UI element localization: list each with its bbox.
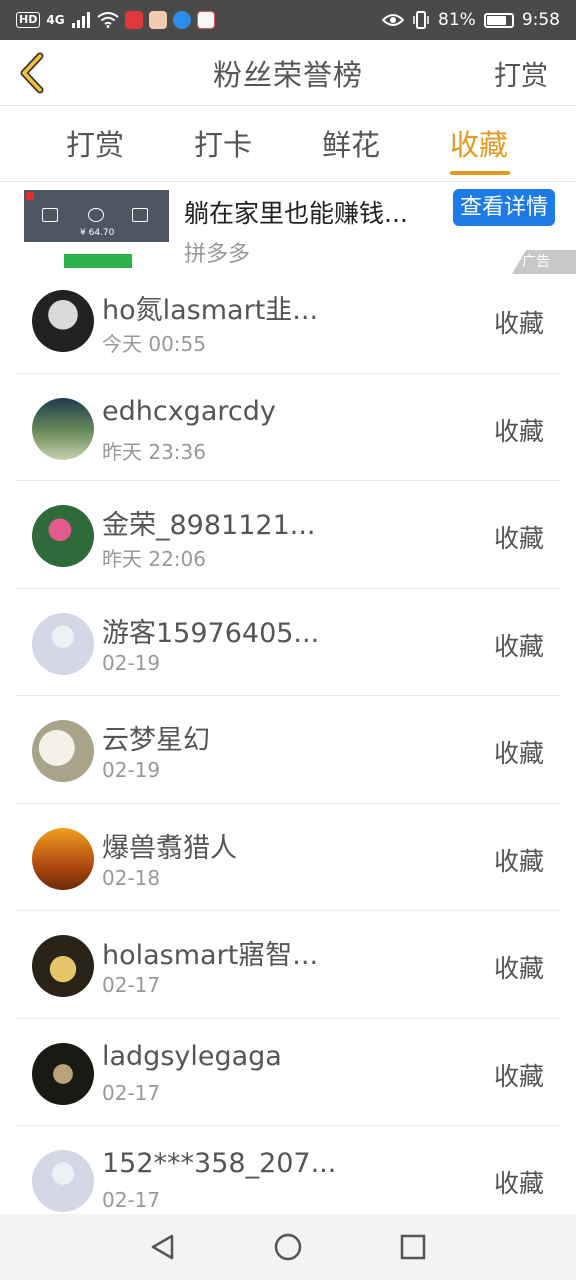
avatar[interactable] xyxy=(32,290,94,352)
ad-title[interactable]: 躺在家里也能赚钱... xyxy=(184,194,434,230)
ad-thumb-dot xyxy=(26,192,34,200)
tab-reward[interactable]: 打赏 xyxy=(50,122,140,164)
reward-button[interactable]: 打赏 xyxy=(494,54,548,93)
timestamp: 昨天 23:36 xyxy=(102,439,206,464)
user-name: ho氮lasmart韭... xyxy=(102,295,319,326)
action-label: 收藏 xyxy=(493,416,544,446)
timestamp: 昨天 22:06 xyxy=(102,547,206,571)
back-arrow-icon[interactable] xyxy=(12,50,52,96)
ad-details-button[interactable]: 查看详情 xyxy=(453,189,555,226)
action-label: 收藏 xyxy=(493,309,544,338)
timestamp: 02-18 xyxy=(102,865,161,890)
avatar[interactable] xyxy=(32,505,94,567)
timestamp: 02-17 xyxy=(102,1188,161,1212)
home-nav-icon[interactable] xyxy=(273,1232,303,1262)
list-item[interactable]: ladgsylegaga 02-17 收藏 xyxy=(16,1019,560,1126)
avatar[interactable] xyxy=(32,612,94,675)
user-name: 金荣_8981121... xyxy=(102,510,316,541)
user-name: holasmart寤智... xyxy=(102,940,319,971)
header: 粉丝荣誉榜 打赏 xyxy=(0,40,576,106)
user-name: edhcxgarcdy xyxy=(102,395,276,427)
status-left: HD 4G xyxy=(16,11,215,29)
network-type: 4G xyxy=(46,13,65,27)
timestamp: 02-19 xyxy=(102,758,161,782)
tab-checkin[interactable]: 打卡 xyxy=(178,122,268,164)
app-notification-icon xyxy=(196,11,215,29)
app-notification-icon xyxy=(124,11,143,29)
status-right: 81% 9:58 xyxy=(382,10,560,30)
status-time: 9:58 xyxy=(521,10,560,30)
avatar[interactable] xyxy=(32,397,94,460)
action-label: 收藏 xyxy=(493,1061,544,1091)
battery-fill xyxy=(486,15,506,25)
hd-indicator: HD xyxy=(16,12,41,28)
app-notification-icon xyxy=(148,11,167,29)
list-item[interactable]: 游客15976405... 02-19 收藏 xyxy=(16,589,560,696)
card-icon xyxy=(132,208,148,222)
user-name: 152***358_207... xyxy=(102,1148,337,1179)
wifi-icon xyxy=(96,12,119,28)
action-label: 收藏 xyxy=(493,1169,544,1198)
status-bar: HD 4G 81% 9:58 xyxy=(0,0,576,40)
back-nav-icon[interactable] xyxy=(148,1232,178,1262)
signal-icon xyxy=(71,12,90,28)
timestamp: 今天 00:55 xyxy=(102,332,206,356)
system-nav-bar xyxy=(0,1214,576,1280)
list-item[interactable]: ho氮lasmart韭... 今天 00:55 收藏 xyxy=(16,266,560,374)
list-item[interactable]: 金荣_8981121... 昨天 22:06 收藏 xyxy=(16,481,560,589)
user-name: 云梦星幻 xyxy=(102,725,210,756)
ad-thumbnail[interactable]: ¥ 64.70 xyxy=(24,190,169,274)
check-icon xyxy=(42,208,58,222)
list-item[interactable]: 云梦星幻 02-19 收藏 xyxy=(16,696,560,804)
avatar[interactable] xyxy=(32,935,94,997)
tab-favorites[interactable]: 收藏 xyxy=(434,122,524,164)
battery-icon xyxy=(483,12,514,28)
timestamp: 02-17 xyxy=(102,1080,161,1105)
app-notification-icon xyxy=(172,11,191,29)
ad-source: 拼多多 xyxy=(184,242,251,267)
action-label: 收藏 xyxy=(493,631,544,661)
avatar[interactable] xyxy=(32,1150,94,1212)
action-label: 收藏 xyxy=(493,524,544,553)
vibrate-icon xyxy=(413,11,429,29)
avatar[interactable] xyxy=(32,1042,94,1105)
list-item[interactable]: edhcxgarcdy 昨天 23:36 收藏 xyxy=(16,374,560,481)
user-name: ladgsylegaga xyxy=(102,1040,282,1072)
timestamp: 02-17 xyxy=(102,973,161,997)
tab-flowers[interactable]: 鲜花 xyxy=(306,122,396,164)
user-name: 爆兽翥猎人 xyxy=(102,832,237,864)
avatar[interactable] xyxy=(32,827,94,890)
ad-thumb-amount: ¥ 64.70 xyxy=(80,228,115,238)
page-title: 粉丝荣誉榜 xyxy=(212,57,363,92)
action-label: 收藏 xyxy=(493,846,544,876)
list-item[interactable]: 爆兽翥猎人 02-18 收藏 xyxy=(16,804,560,911)
eye-icon xyxy=(382,14,405,26)
active-tab-indicator xyxy=(450,171,510,175)
recents-nav-icon[interactable] xyxy=(398,1232,428,1262)
battery-percent: 81% xyxy=(438,10,476,30)
fan-list: ho氮lasmart韭... 今天 00:55 收藏 edhcxgarcdy 昨天 23… xyxy=(16,266,560,1234)
coin-icon xyxy=(88,208,104,222)
list-item[interactable]: holasmart寤智... 02-17 收藏 xyxy=(16,911,560,1019)
action-label: 收藏 xyxy=(493,954,544,983)
action-label: 收藏 xyxy=(493,739,544,768)
timestamp: 02-19 xyxy=(102,650,161,675)
avatar[interactable] xyxy=(32,720,94,782)
user-name: 游客15976405... xyxy=(102,617,320,649)
